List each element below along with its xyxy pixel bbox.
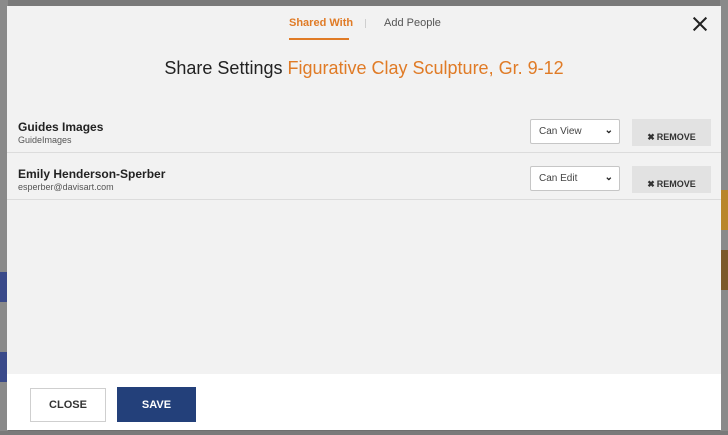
chevron-down-icon: ⌄ [604, 125, 613, 136]
tab-shared-with[interactable]: Shared With [289, 17, 353, 29]
share-row: Guides Images GuideImages Can View ⌄ ✖ RE… [7, 106, 721, 153]
share-email: esperber@davisart.com [18, 182, 114, 192]
chevron-down-icon: ⌄ [604, 172, 613, 183]
remove-button[interactable]: ✖ REMOVE [632, 166, 711, 193]
share-settings-modal: Shared With Add People Share Settings Fi… [7, 6, 721, 430]
shared-with-list: Guides Images GuideImages Can View ⌄ ✖ RE… [7, 106, 721, 374]
active-tab-indicator [289, 38, 349, 40]
background-page-image [720, 250, 728, 290]
modal-footer: CLOSE SAVE [7, 374, 721, 430]
share-username: GuideImages [18, 135, 72, 145]
x-icon: ✖ [647, 178, 655, 189]
tab-add-people[interactable]: Add People [384, 17, 441, 29]
permission-select[interactable]: Can View ⌄ [530, 119, 620, 144]
share-name: Emily Henderson-Sperber [18, 167, 166, 181]
tab-divider [365, 19, 366, 28]
background-page-bottom [0, 431, 728, 435]
course-title: Figurative Clay Sculpture, Gr. 9-12 [287, 58, 564, 78]
permission-select[interactable]: Can Edit ⌄ [530, 166, 620, 191]
background-page-image [720, 190, 728, 230]
permission-value: Can Edit [539, 173, 578, 184]
save-button[interactable]: SAVE [117, 387, 196, 422]
tabs-bar: Shared With Add People [7, 6, 721, 40]
close-button[interactable]: CLOSE [30, 388, 106, 422]
x-icon: ✖ [647, 131, 655, 142]
modal-title: Share Settings Figurative Clay Sculpture… [7, 40, 721, 106]
close-icon[interactable] [690, 14, 710, 34]
remove-label: REMOVE [656, 131, 696, 142]
share-name: Guides Images [18, 120, 104, 134]
remove-label: REMOVE [656, 178, 696, 189]
title-prefix: Share Settings [164, 58, 283, 78]
share-row: Emily Henderson-Sperber esperber@davisar… [7, 153, 721, 200]
remove-button[interactable]: ✖ REMOVE [632, 119, 711, 146]
permission-value: Can View [539, 126, 582, 137]
